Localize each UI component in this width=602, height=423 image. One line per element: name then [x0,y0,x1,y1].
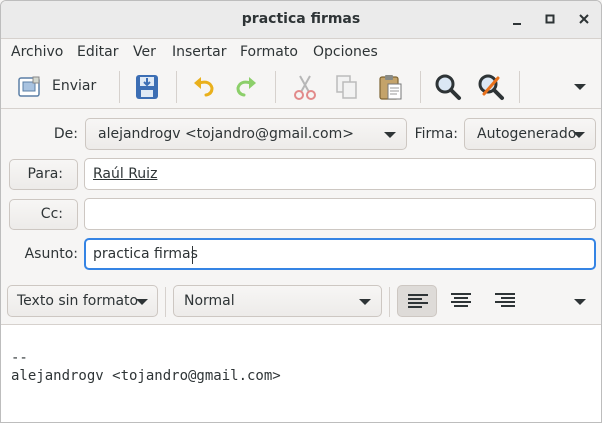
find-button[interactable] [433,72,463,102]
menu-ver[interactable]: Ver [133,44,156,60]
maximize-icon [545,14,555,24]
menu-insertar[interactable]: Insertar [172,44,227,60]
cut-button[interactable] [290,72,320,102]
signature-combo[interactable]: Autogenerado [464,118,596,150]
redo-button[interactable] [230,72,260,102]
align-right-icon [495,293,515,307]
chevron-down-icon [574,299,586,305]
subject-label: Asunto: [24,246,78,262]
to-field[interactable]: Raúl Ruiz [84,158,596,190]
send-label: Enviar [52,78,97,94]
signature-text: alejandrogv <tojandro@gmail.com> [11,368,281,384]
toolbar-separator [389,287,390,317]
align-center-button[interactable] [441,285,481,317]
align-right-button[interactable] [485,285,525,317]
chevron-down-icon [574,84,586,90]
toolbar-separator [519,71,520,103]
minimize-icon [513,23,521,25]
toolbar-separator [119,71,120,103]
toolbar-separator [176,71,177,103]
find-icon [435,74,461,100]
paragraph-style-combo[interactable]: Normal [173,285,382,317]
format-toolbar: Texto sin formato Normal [1,279,601,325]
redo-icon [236,77,256,97]
menu-archivo[interactable]: Archivo [11,44,63,60]
save-draft-button[interactable] [132,72,162,102]
compose-icon [18,76,40,97]
undo-icon [194,77,214,97]
text-cursor [192,246,193,264]
signature-separator: -- [11,350,28,366]
chevron-down-icon [136,299,148,305]
from-label: De: [53,126,78,142]
subject-field[interactable]: practica firmas [84,238,596,270]
signature-value: Autogenerado [477,126,577,142]
paste-button[interactable] [376,72,406,102]
paste-icon [379,75,402,100]
menu-formato[interactable]: Formato [240,44,298,60]
chevron-down-icon [384,132,396,138]
chevron-down-icon [359,299,371,305]
toolbar-separator [165,287,166,317]
replace-button[interactable] [476,72,506,102]
close-icon [579,14,589,24]
format-overflow-button[interactable] [567,287,593,317]
title-bar: practica firmas [1,1,601,39]
minimize-button[interactable] [506,9,528,31]
toolbar-overflow-button[interactable] [567,72,593,102]
signature-label: Firma: [414,126,458,142]
message-body-editor[interactable]: -- alejandrogv <tojandro@gmail.com> [1,325,601,422]
copy-button[interactable] [332,72,362,102]
from-value: alejandrogv <tojandro@gmail.com> [98,126,354,142]
to-recipient: Raúl Ruiz [93,166,158,182]
menu-bar: Archivo Editar Ver Insertar Formato Opci… [1,39,601,65]
menu-opciones[interactable]: Opciones [313,44,378,60]
replace-icon [478,74,504,100]
paragraph-style-value: Normal [184,293,235,309]
text-format-combo[interactable]: Texto sin formato [7,285,158,317]
maximize-button[interactable] [539,9,561,31]
menu-editar[interactable]: Editar [77,44,118,60]
toolbar-separator [420,71,421,103]
text-format-value: Texto sin formato [17,293,139,309]
cut-icon [294,75,316,100]
toolbar-separator [275,71,276,103]
undo-button[interactable] [190,72,220,102]
cc-button[interactable]: Cc: [9,199,78,230]
cc-field[interactable] [84,198,596,230]
chevron-down-icon [573,132,585,138]
send-button[interactable]: Enviar [9,72,105,102]
to-button[interactable]: Para: [9,159,78,190]
save-draft-icon [136,75,158,99]
align-left-button[interactable] [397,285,437,317]
align-left-icon [408,294,428,308]
from-combo[interactable]: alejandrogv <tojandro@gmail.com> [85,118,407,150]
copy-icon [336,75,357,99]
composer-window: practica firmas Archivo Editar Ver Inser… [0,0,602,423]
toolbar: Enviar [1,65,601,109]
subject-value: practica firmas [93,246,198,262]
align-center-icon [451,293,471,307]
close-button[interactable] [573,9,595,31]
